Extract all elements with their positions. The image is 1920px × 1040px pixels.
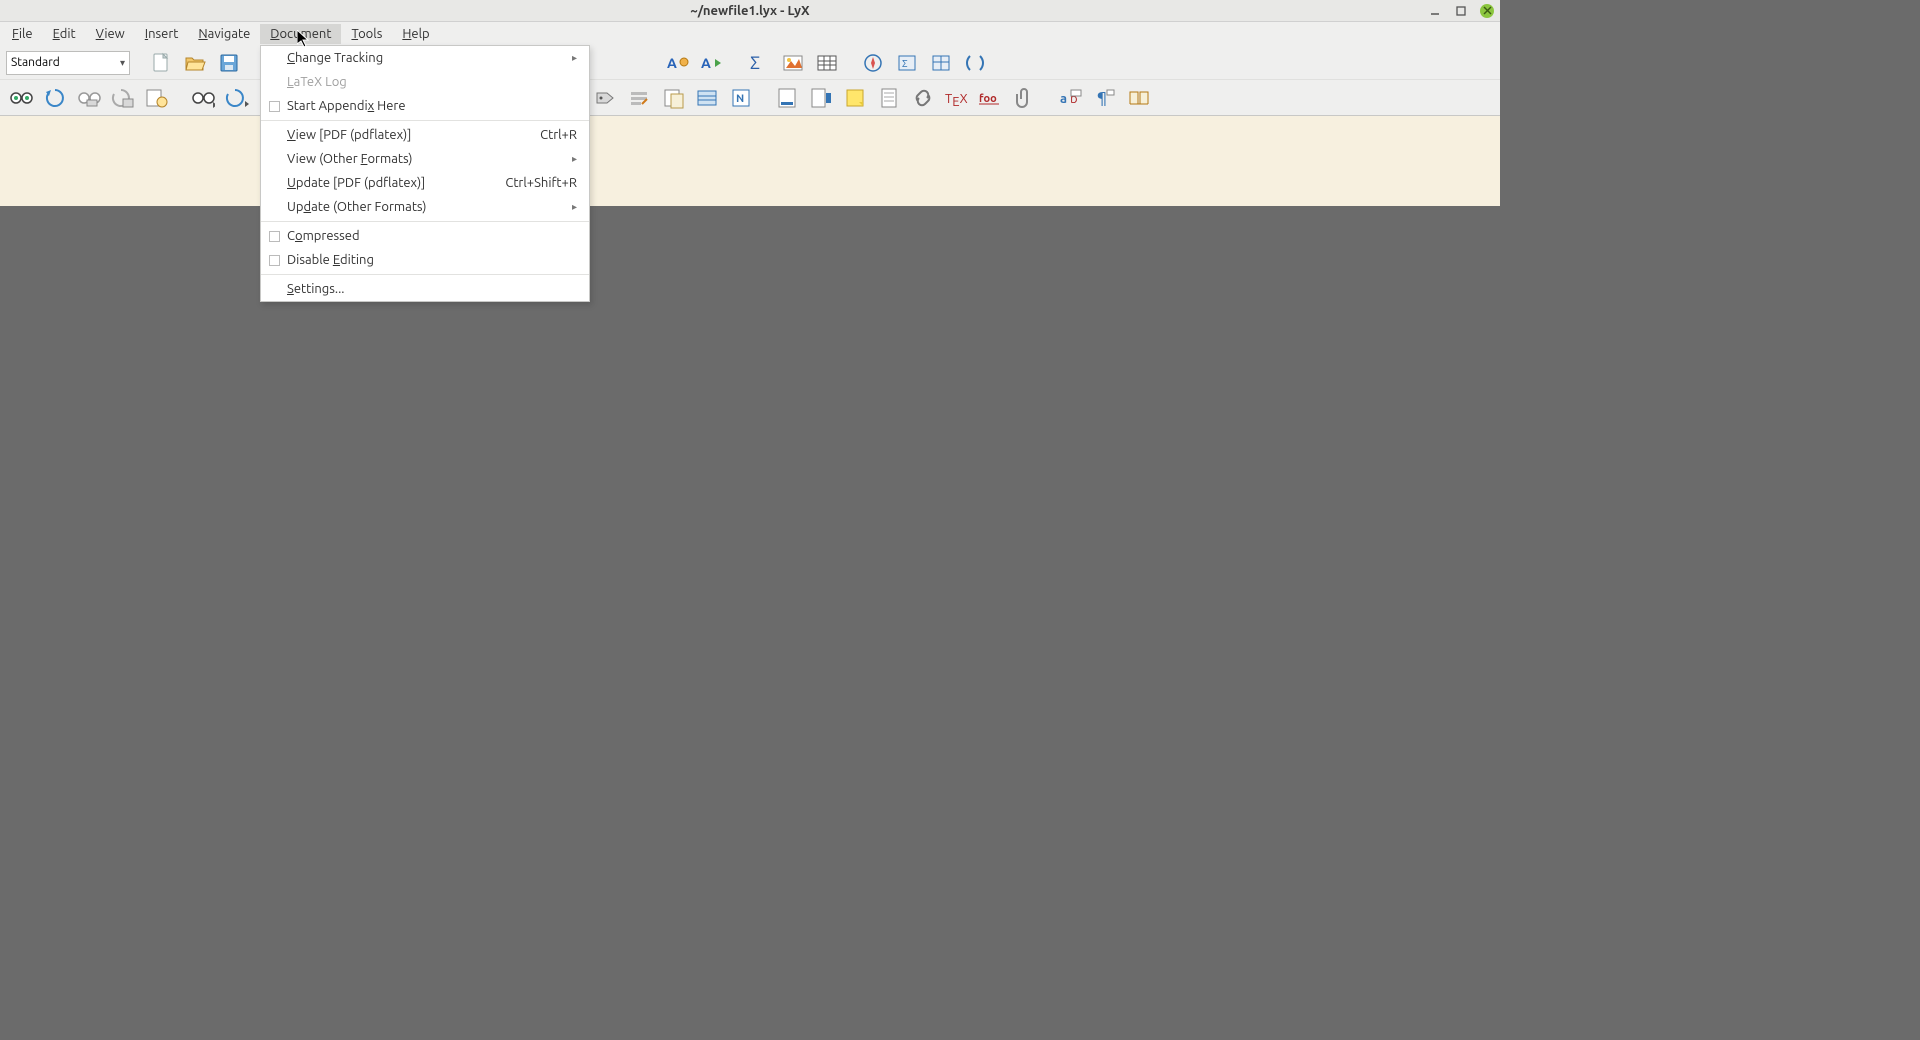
svg-text:TEX: TEX [945,92,968,107]
math-icon[interactable]: Σ [744,48,774,78]
submenu-arrow-icon: ▸ [572,52,577,64]
open-document-icon[interactable] [180,48,210,78]
menu-view[interactable]: View [86,24,135,44]
tex-icon[interactable]: TEX [942,83,972,113]
thesaurus-icon[interactable] [1124,83,1154,113]
menu-insert[interactable]: Insert [135,24,189,44]
svg-text:¶: ¶ [1097,89,1107,107]
menu-navigate[interactable]: Navigate [188,24,260,44]
svg-text:foo: foo [979,93,997,105]
window-title: ~/newfile1.lyx - LyX [690,4,809,18]
view-master-icon[interactable] [74,83,104,113]
window-controls [1428,4,1494,18]
enable-output-icon[interactable] [142,83,172,113]
minimize-button[interactable] [1428,4,1442,18]
svg-text:a: a [1060,92,1067,106]
menu-settings[interactable]: Settings... [261,277,589,301]
toolbar-main: Standard ▾ A A A A Σ Σ [0,46,1500,80]
svg-text:A: A [667,55,677,71]
menu-latex-log: LaTeX Log [261,70,589,94]
submenu-arrow-icon: ▸ [572,153,577,165]
view-icon[interactable] [6,83,36,113]
margin-note-icon[interactable] [806,83,836,113]
menu-start-appendix[interactable]: Start Appendix Here [261,94,589,118]
document-menu-dropdown: Change Tracking ▸ LaTeX Log Start Append… [260,45,590,302]
menu-edit[interactable]: Edit [43,24,86,44]
shortcut-label: Ctrl+Shift+R [505,176,577,190]
ert-icon[interactable]: foo [976,83,1006,113]
menu-file[interactable]: File [2,24,43,44]
hyperlink-icon[interactable] [908,83,938,113]
svg-text:Σ: Σ [750,53,760,73]
checkbox-icon [269,101,280,112]
chevron-down-icon: ▾ [120,57,125,69]
text-style-icon[interactable]: ab [1056,83,1086,113]
noun-icon[interactable]: A [664,48,694,78]
update-icon[interactable] [40,83,70,113]
submenu-arrow-icon: ▸ [572,201,577,213]
menu-tools[interactable]: Tools [341,24,392,44]
toggle-table-icon[interactable] [926,48,956,78]
toggle-outline-icon[interactable]: Σ [892,48,922,78]
navigate-icon[interactable] [858,48,888,78]
checkbox-icon [269,231,280,242]
menu-separator [261,274,589,275]
maximize-button[interactable] [1454,4,1468,18]
menu-change-tracking[interactable]: Change Tracking ▸ [261,46,589,70]
menu-view-other[interactable]: View (Other Formats) ▸ [261,147,589,171]
svg-text:A: A [701,55,711,71]
menu-bar: File Edit View Insert Navigate Document … [0,22,1500,46]
menu-document[interactable]: Document [260,24,341,44]
update-master-icon[interactable] [108,83,138,113]
title-bar: ~/newfile1.lyx - LyX [0,0,1500,22]
nomenclature-icon[interactable]: N [726,83,756,113]
svg-text:N: N [736,93,744,105]
shortcut-label: Ctrl+R [540,128,577,142]
note-icon[interactable] [840,83,870,113]
new-document-icon[interactable] [146,48,176,78]
update-other-icon[interactable] [222,83,252,113]
document-background [0,116,1500,206]
menu-separator [261,221,589,222]
footnote-icon[interactable] [772,83,802,113]
menu-disable-editing[interactable]: Disable Editing [261,248,589,272]
save-document-icon[interactable] [214,48,244,78]
graphics-icon[interactable] [778,48,808,78]
index-icon[interactable] [692,83,722,113]
menu-view-pdf[interactable]: View [PDF (pdflatex)] Ctrl+R [261,123,589,147]
box-icon[interactable] [874,83,904,113]
cross-ref-icon[interactable] [624,83,654,113]
paragraph-settings-icon[interactable]: ¶ [1090,83,1120,113]
menu-separator [261,120,589,121]
label-icon[interactable] [590,83,620,113]
menu-update-pdf[interactable]: Update [PDF (pdflatex)] Ctrl+Shift+R [261,171,589,195]
menu-update-other[interactable]: Update (Other Formats) ▸ [261,195,589,219]
clip-icon[interactable] [1010,83,1040,113]
toggle-math-toolbar-icon[interactable] [960,48,990,78]
paragraph-style-value: Standard [11,56,60,69]
citation-icon[interactable] [658,83,688,113]
table-icon[interactable] [812,48,842,78]
menu-help[interactable]: Help [392,24,439,44]
paragraph-style-select[interactable]: Standard ▾ [6,51,130,75]
view-other-icon[interactable] [188,83,218,113]
menu-compressed[interactable]: Compressed [261,224,589,248]
close-button[interactable] [1480,4,1494,18]
checkbox-icon [269,255,280,266]
toolbar-extra: N TEX foo ab ¶ [0,80,1500,116]
apply-last-icon[interactable]: A [698,48,728,78]
svg-text:Σ: Σ [902,58,908,69]
